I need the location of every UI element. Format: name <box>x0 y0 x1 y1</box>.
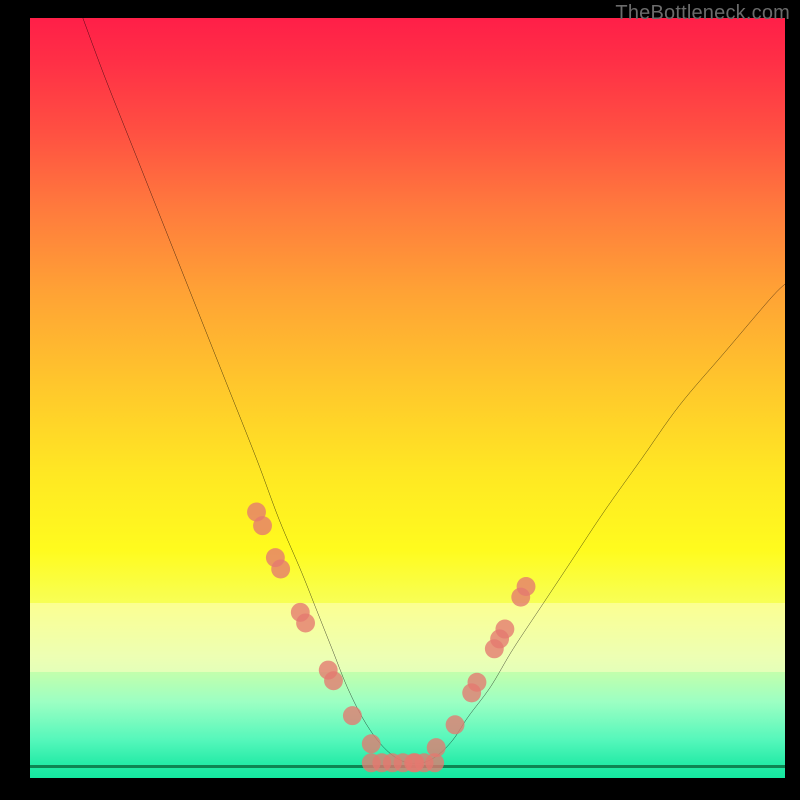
marker-dot <box>517 577 536 596</box>
dots-right <box>406 577 536 772</box>
marker-dot <box>324 671 343 690</box>
watermark-text: TheBottleneck.com <box>615 2 790 25</box>
marker-dot <box>271 560 290 579</box>
marker-dot <box>425 753 444 772</box>
chart-svg <box>30 18 785 778</box>
marker-dot <box>296 613 315 632</box>
marker-dot <box>495 620 514 639</box>
marker-dot <box>446 715 465 734</box>
dots-bottom <box>362 753 444 772</box>
dots-left <box>247 503 381 754</box>
marker-dot <box>362 734 381 753</box>
bottleneck-curve <box>83 18 785 764</box>
marker-dot <box>253 516 272 535</box>
outer-frame: TheBottleneck.com <box>0 0 800 800</box>
plot-area <box>30 18 785 778</box>
marker-dot <box>343 706 362 725</box>
marker-dot <box>468 673 487 692</box>
